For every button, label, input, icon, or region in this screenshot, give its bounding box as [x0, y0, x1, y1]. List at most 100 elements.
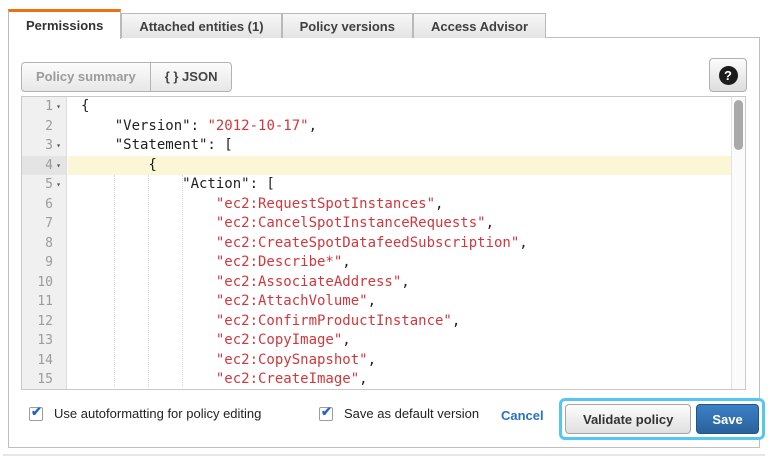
- editor-line: "ec2:AssociateAddress",: [68, 273, 731, 293]
- save-button[interactable]: Save: [696, 404, 758, 434]
- tab-access-advisor[interactable]: Access Advisor: [413, 13, 546, 38]
- code-plain-token: "Action": [: [81, 176, 275, 192]
- code-plain-token: ,: [368, 293, 376, 309]
- code-plain-token: ,: [452, 313, 460, 329]
- line-number: 2: [45, 119, 53, 134]
- fold-caret-icon[interactable]: ▾: [53, 141, 64, 150]
- code-plain-token: ,: [309, 118, 317, 134]
- line-number: 4: [45, 158, 53, 173]
- code-plain-token: [81, 371, 216, 387]
- line-number: 5: [45, 177, 53, 192]
- editor-scrollbar[interactable]: [731, 97, 745, 389]
- gutter-line: 14: [22, 351, 66, 371]
- code-plain-token: [81, 352, 216, 368]
- code-plain-token: ,: [401, 274, 409, 290]
- line-number: 7: [45, 216, 53, 231]
- gutter-line: 3▾: [22, 136, 66, 156]
- gutter-line: 9: [22, 253, 66, 273]
- line-number: 8: [45, 236, 53, 251]
- code-string-token: "2012-10-17": [207, 118, 308, 134]
- line-number: 1: [45, 99, 53, 114]
- line-number: 6: [45, 197, 53, 212]
- editor-code[interactable]: { "Version": "2012-10-17", "Statement": …: [68, 97, 731, 389]
- tab-bar: Permissions Attached entities (1) Policy…: [8, 9, 546, 38]
- code-string-token: "ec2:RequestSpotInstances": [216, 196, 435, 212]
- editor-line: {: [68, 97, 731, 117]
- page-divider: [3, 454, 765, 456]
- gutter-line: 4▾: [22, 156, 66, 176]
- code-string-token: "ec2:CopyImage": [216, 332, 342, 348]
- line-number: 12: [37, 314, 53, 329]
- code-string-token: "ec2:Describe*": [216, 254, 342, 270]
- gutter-line: 6: [22, 195, 66, 215]
- json-toggle-button[interactable]: { } JSON: [150, 63, 232, 91]
- scrollbar-thumb[interactable]: [734, 100, 743, 150]
- code-plain-token: ,: [435, 196, 443, 212]
- code-plain-token: {: [81, 98, 89, 114]
- code-plain-token: [81, 332, 216, 348]
- gutter-line: 7: [22, 214, 66, 234]
- line-number: 13: [37, 333, 53, 348]
- question-mark-icon: ?: [719, 66, 738, 85]
- code-plain-token: [81, 196, 216, 212]
- autoformat-option: Use autoformatting for policy editing: [29, 406, 261, 421]
- code-string-token: "ec2:CopySnapshot": [216, 352, 368, 368]
- line-number: 10: [37, 275, 53, 290]
- code-plain-token: [81, 235, 216, 251]
- gutter-line: 13: [22, 331, 66, 351]
- tab-permissions[interactable]: Permissions: [8, 9, 121, 39]
- code-plain-token: [81, 274, 216, 290]
- editor-line: "ec2:CopySnapshot",: [68, 351, 731, 371]
- editor-line: "ec2:CreateImage",: [68, 370, 731, 389]
- editor-line: "Action": [: [68, 175, 731, 195]
- fold-caret-icon[interactable]: ▾: [53, 161, 64, 170]
- code-plain-token: ,: [342, 332, 350, 348]
- view-toggle-group: Policy summary { } JSON: [21, 62, 232, 92]
- editor-line: "ec2:CancelSpotInstanceRequests",: [68, 214, 731, 234]
- code-string-token: "ec2:ConfirmProductInstance": [216, 313, 452, 329]
- code-plain-token: [81, 293, 216, 309]
- cancel-link[interactable]: Cancel: [501, 408, 544, 423]
- iam-policy-editor-screen: Permissions Attached entities (1) Policy…: [0, 0, 768, 460]
- editor-line: {: [68, 156, 731, 176]
- code-plain-token: ,: [486, 215, 494, 231]
- policy-summary-toggle-button[interactable]: Policy summary: [22, 63, 150, 91]
- code-string-token: "ec2:CancelSpotInstanceRequests": [216, 215, 486, 231]
- default-version-option: Save as default version: [319, 406, 479, 421]
- code-string-token: "ec2:CreateSpotDatafeedSubscription": [216, 235, 519, 251]
- fold-caret-icon[interactable]: ▾: [53, 180, 64, 189]
- help-button[interactable]: ?: [709, 58, 747, 92]
- line-number: 11: [37, 294, 53, 309]
- autoformat-label: Use autoformatting for policy editing: [54, 406, 261, 421]
- editor-line: "ec2:CopyImage",: [68, 331, 731, 351]
- tab-policy-versions[interactable]: Policy versions: [282, 13, 413, 38]
- gutter-line: 5▾: [22, 175, 66, 195]
- autoformat-checkbox[interactable]: [29, 407, 43, 421]
- fold-caret-icon[interactable]: ▾: [53, 102, 64, 111]
- editor-line: "ec2:Describe*",: [68, 253, 731, 273]
- code-string-token: "ec2:CreateImage": [216, 371, 359, 387]
- code-plain-token: [81, 254, 216, 270]
- gutter-line: 11: [22, 292, 66, 312]
- code-plain-token: [81, 215, 216, 231]
- code-plain-token: "Statement": [: [81, 137, 233, 153]
- gutter-line: 1▾: [22, 97, 66, 117]
- json-code-editor[interactable]: 1▾23▾4▾5▾6789101112131415 { "Version": "…: [21, 96, 746, 390]
- editor-line: "ec2:ConfirmProductInstance",: [68, 312, 731, 332]
- editor-gutter: 1▾23▾4▾5▾6789101112131415: [22, 97, 67, 389]
- code-plain-token: ,: [519, 235, 527, 251]
- code-plain-token: ,: [359, 371, 367, 387]
- validate-policy-button[interactable]: Validate policy: [565, 404, 691, 434]
- editor-line: "ec2:RequestSpotInstances",: [68, 195, 731, 215]
- editor-line: "Version": "2012-10-17",: [68, 117, 731, 137]
- line-number: 3: [45, 138, 53, 153]
- gutter-line: 8: [22, 234, 66, 254]
- editor-line: "ec2:AttachVolume",: [68, 292, 731, 312]
- code-plain-token: {: [81, 157, 157, 173]
- code-plain-token: "Version":: [81, 118, 207, 134]
- editor-line: "Statement": [: [68, 136, 731, 156]
- default-version-checkbox[interactable]: [319, 407, 333, 421]
- gutter-line: 10: [22, 273, 66, 293]
- tab-attached-entities[interactable]: Attached entities (1): [121, 13, 281, 38]
- gutter-line: 12: [22, 312, 66, 332]
